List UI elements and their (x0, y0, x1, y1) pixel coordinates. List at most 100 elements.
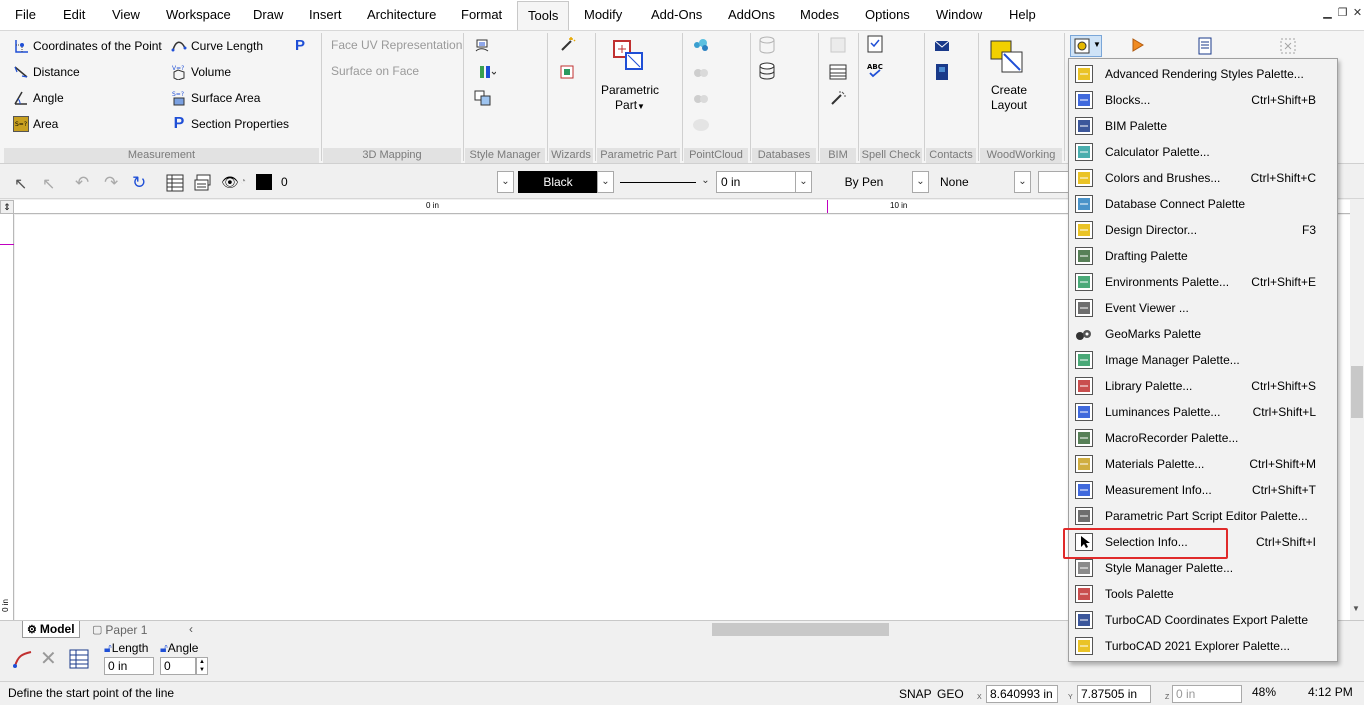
grid-select-icon[interactable] (1279, 37, 1297, 55)
palette-menu-item[interactable]: Advanced Rendering Styles Palette... (1070, 61, 1336, 87)
horizontal-scroll-thumb[interactable] (712, 623, 889, 636)
line-style-dropdown-arrow[interactable]: ⌄ (697, 171, 714, 193)
palette-menu-item[interactable]: Tools Palette (1070, 581, 1336, 607)
menu-modes[interactable]: Modes (800, 7, 839, 22)
palette-menu-item[interactable]: GeoMarks Palette (1070, 321, 1336, 347)
layer-table-icon[interactable] (166, 174, 184, 192)
line-tool-icon[interactable] (12, 648, 34, 670)
minimize-icon[interactable]: ▁ (1322, 8, 1333, 19)
menu-window[interactable]: Window (936, 7, 982, 22)
address-book-icon[interactable] (933, 63, 951, 81)
face-uv-representation-button[interactable]: Face UV Representation (331, 38, 462, 52)
document-icon[interactable] (1196, 37, 1214, 55)
menu-tools[interactable]: Tools (517, 1, 570, 30)
menu-insert[interactable]: Insert (309, 7, 342, 22)
area-button[interactable]: S=? Area (13, 116, 58, 132)
pointcloud-icon[interactable] (692, 36, 710, 54)
layer-combo[interactable]: 0 (276, 171, 498, 193)
coordinates-of-point-button[interactable]: Coordinates of the Point (13, 38, 162, 54)
palette-menu-item[interactable]: MacroRecorder Palette... (1070, 425, 1336, 451)
properties-p-icon[interactable]: P (295, 37, 305, 54)
bim-wand-icon[interactable] (829, 89, 847, 107)
y-coordinate-field[interactable]: 7.87505 in (1077, 685, 1151, 703)
curve-length-button[interactable]: Curve Length (171, 38, 263, 54)
close-icon[interactable]: ✕ (1352, 8, 1363, 19)
color-dropdown-arrow[interactable]: ⌄ (597, 171, 614, 193)
palette-menu-item[interactable]: Blocks... Ctrl+Shift+B (1070, 87, 1336, 113)
palette-menu-item[interactable]: Luminances Palette... Ctrl+Shift+L (1070, 399, 1336, 425)
spell-check-doc-icon[interactable] (866, 35, 884, 53)
menu-options[interactable]: Options (865, 7, 910, 22)
pen-combo[interactable]: By Pen (816, 171, 912, 193)
menu-edit[interactable]: Edit (63, 7, 85, 22)
angle-field[interactable]: 0 (160, 657, 196, 675)
menu-modify[interactable]: Modify (584, 7, 622, 22)
palette-menu-item[interactable]: Database Connect Palette (1070, 191, 1336, 217)
menu-draw[interactable]: Draw (253, 7, 283, 22)
lock-icon[interactable]: ◔ (240, 176, 246, 187)
cancel-x-icon[interactable]: ✕ (40, 646, 57, 671)
envelope-icon[interactable] (933, 37, 951, 55)
snap-toggle[interactable]: SNAP (899, 687, 932, 701)
palette-menu-item[interactable]: TurboCAD Coordinates Export Palette (1070, 607, 1336, 633)
fill-dropdown-arrow[interactable]: ⌄ (1014, 171, 1031, 193)
undo-icon[interactable]: ↶ (75, 173, 89, 193)
menu-workspace[interactable]: Workspace (166, 7, 231, 22)
select-subobject-icon[interactable]: ↖ (42, 174, 55, 194)
tab-model[interactable]: ⚙ Model (22, 621, 80, 638)
section-properties-button[interactable]: P Section Properties (171, 116, 289, 132)
wizard-template-icon[interactable] (559, 63, 577, 81)
angle-button[interactable]: Angle (13, 90, 64, 106)
refresh-icon[interactable]: ↻ (132, 173, 146, 193)
scroll-down-arrow-icon[interactable]: ▼ (1352, 604, 1360, 613)
geo-toggle[interactable]: GEO (937, 687, 964, 701)
ruler-corner-icon[interactable]: ⇕ (0, 200, 14, 214)
style-hand-icon[interactable] (474, 37, 492, 55)
scroll-left-arrow-icon[interactable]: ‹ (189, 622, 193, 636)
bim-table-icon[interactable] (829, 63, 847, 81)
menu-addons[interactable]: AddOns (728, 7, 775, 22)
spell-check-abc-icon[interactable]: ABC (866, 61, 884, 79)
render-icon[interactable] (1129, 36, 1147, 54)
table-icon[interactable] (69, 649, 89, 669)
palette-menu-item[interactable]: Calculator Palette... (1070, 139, 1336, 165)
surface-on-face-button[interactable]: Surface on Face (331, 64, 419, 78)
parametric-part-button[interactable]: Parametric Part▼ (598, 83, 662, 114)
menu-help[interactable]: Help (1009, 7, 1036, 22)
palette-menu-item[interactable]: Event Viewer ... (1070, 295, 1336, 321)
palette-menu-item[interactable]: Measurement Info... Ctrl+Shift+T (1070, 477, 1336, 503)
layers-stack-icon[interactable] (194, 174, 212, 192)
palette-menu-item[interactable]: Image Manager Palette... (1070, 347, 1336, 373)
palette-menu-item[interactable]: Parametric Part Script Editor Palette... (1070, 503, 1336, 529)
restore-icon[interactable]: ❐ (1337, 8, 1348, 19)
extra-field[interactable] (1038, 171, 1070, 193)
vertical-scrollbar[interactable]: ▼ (1350, 200, 1364, 620)
palette-menu-item[interactable]: TurboCAD 2021 Explorer Palette... (1070, 633, 1336, 659)
menu-format[interactable]: Format (461, 7, 502, 22)
palette-menu-item[interactable]: Environments Palette... Ctrl+Shift+E (1070, 269, 1336, 295)
line-width-dropdown-arrow[interactable]: ⌄ (795, 171, 812, 193)
style-copy-icon[interactable] (474, 89, 492, 107)
color-combo[interactable]: Black (518, 171, 598, 193)
palettes-dropdown-button[interactable]: ▼ (1070, 35, 1102, 57)
menu-add-ons[interactable]: Add-Ons (651, 7, 702, 22)
x-coordinate-field[interactable]: 8.640993 in (986, 685, 1058, 703)
create-layout-button[interactable]: Create Layout (982, 83, 1036, 113)
palette-menu-item[interactable]: Design Director... F3 (1070, 217, 1336, 243)
palette-menu-item[interactable]: Library Palette... Ctrl+Shift+S (1070, 373, 1336, 399)
menu-view[interactable]: View (112, 7, 140, 22)
style-columns-icon[interactable] (478, 63, 496, 81)
surface-area-button[interactable]: S=? Surface Area (171, 90, 260, 106)
angle-spinner[interactable]: ▲ ▼ (196, 657, 208, 675)
volume-button[interactable]: V=? Volume (171, 64, 231, 80)
tab-paper-1[interactable]: ▢ Paper 1 (88, 621, 151, 638)
vertical-scroll-thumb[interactable] (1351, 366, 1363, 418)
z-coordinate-field[interactable]: 0 in (1172, 685, 1242, 703)
line-width-field[interactable]: 0 in (716, 171, 796, 193)
menu-architecture[interactable]: Architecture (367, 7, 436, 22)
database-icon[interactable] (758, 62, 776, 80)
distance-button[interactable]: Distance (13, 64, 80, 80)
length-field[interactable]: 0 in (104, 657, 154, 675)
eye-icon[interactable]: 👁 (221, 174, 239, 191)
palette-menu-item[interactable]: Drafting Palette (1070, 243, 1336, 269)
